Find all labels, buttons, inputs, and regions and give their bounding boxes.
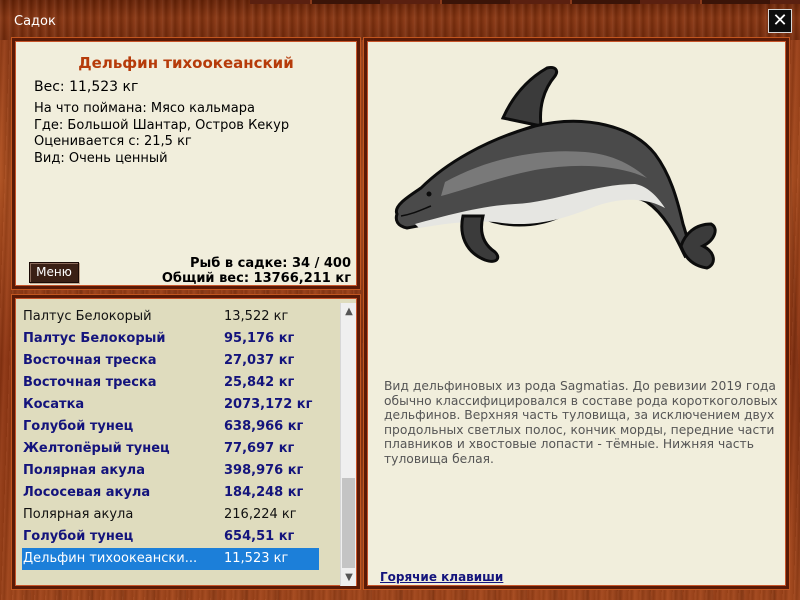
list-item-name: Дельфин тихоокeански... — [23, 551, 198, 566]
list-item-weight: 654,51 кг — [224, 529, 295, 544]
list-item[interactable]: Косатка 2073,172 кг — [22, 394, 319, 416]
list-item[interactable]: Восточная треска 27,037 кг — [22, 350, 319, 372]
list-item-name: Голубой тунец — [23, 419, 134, 434]
list-item-weight: 95,176 кг — [224, 331, 295, 346]
window-title: Садок — [14, 14, 56, 29]
scroll-up-button[interactable]: ▲ — [341, 303, 357, 320]
list-item-selected[interactable]: Дельфин тихоокeански... 11,523 кг — [22, 548, 319, 570]
list-item-weight: 25,842 кг — [224, 375, 295, 390]
list-item-weight: 398,976 кг — [224, 463, 304, 478]
list-item-name: Восточная треска — [23, 375, 157, 390]
list-item-name: Полярная акула — [23, 507, 134, 522]
list-item-name: Палтус Белокорый — [23, 331, 166, 346]
background-strip — [250, 0, 800, 4]
chevron-up-icon: ▲ — [345, 306, 353, 317]
list-item[interactable]: Палтус Белокорый 13,522 кг — [22, 306, 319, 328]
list-item-name: Голубой тунец — [23, 529, 134, 544]
catch-list: Палтус Белокорый 13,522 кг Палтус Белокоры… — [22, 306, 319, 570]
fish-details: На что поймана: Мясо кальмара Где: Больш… — [34, 101, 289, 167]
list-item[interactable]: Полярная акула 398,976 кг — [22, 460, 319, 482]
fish-value-threshold: Оценивается с: 21,5 кг — [34, 134, 192, 149]
list-item[interactable]: Восточная треска 25,842 кг — [22, 372, 319, 394]
fish-bait: На что поймана: Мясо кальмара — [34, 101, 255, 116]
fish-detail-panel: Вид дельфиновых из рода Sagmatias. До ре… — [364, 38, 789, 589]
list-item-weight: 13,522 кг — [224, 309, 289, 324]
fish-kind: Вид: Очень ценный — [34, 150, 168, 166]
menu-button[interactable]: Меню — [29, 262, 79, 283]
list-item-weight: 2073,172 кг — [224, 397, 313, 412]
keepnet-stats: Рыб в садке: 34 / 400 Общий вес: 13766,2… — [162, 256, 351, 286]
catch-list-panel: Палтус Белокорый 13,522 кг Палтус Белокоры… — [12, 295, 360, 589]
list-item-weight: 27,037 кг — [224, 353, 295, 368]
scroll-down-button[interactable]: ▼ — [341, 569, 357, 586]
fish-location: Где: Большой Шантар, Остров Кекур — [34, 117, 290, 133]
scrollbar-thumb[interactable] — [342, 478, 355, 568]
dolphin-image — [394, 66, 717, 270]
list-item-name: Косатка — [23, 397, 85, 412]
list-item[interactable]: Палтус Белокорый 95,176 кг — [22, 328, 319, 350]
fish-count: Рыб в садке: 34 / 400 — [189, 256, 351, 271]
chevron-down-icon: ▼ — [345, 572, 353, 583]
list-item-weight: 77,697 кг — [224, 441, 295, 456]
close-icon: ✕ — [772, 10, 788, 31]
list-item-name: Восточная треска — [23, 353, 157, 368]
fish-info-panel: Дельфин тихоокеанский Вес: 11,523 кг На … — [12, 38, 360, 289]
list-item[interactable]: Голубой тунец 654,51 кг — [22, 526, 319, 548]
fish-description: Вид дельфиновых из рода Sagmatias. До ре… — [384, 379, 778, 466]
list-item-weight: 638,966 кг — [224, 419, 304, 434]
window-title-bar: Садок ✕ — [0, 0, 800, 40]
list-item-name: Лососевая акула — [23, 485, 151, 500]
list-item-name: Полярная акула — [23, 463, 145, 478]
list-item[interactable]: Полярная акула 216,224 кг — [22, 504, 319, 526]
fish-weight: Вес: 11,523 кг — [34, 79, 139, 95]
list-item-weight: 216,224 кг — [224, 507, 297, 522]
list-item-name: Желтопёрый тунец — [23, 441, 170, 456]
list-item-weight: 184,248 кг — [224, 485, 304, 500]
list-item-name: Палтус Белокорый — [23, 309, 152, 324]
hotkeys-link[interactable]: Горячие клавиши — [380, 570, 503, 584]
close-button[interactable]: ✕ — [768, 9, 792, 33]
fish-name: Дельфин тихоокеанский — [78, 54, 294, 72]
list-item[interactable]: Лососевая акула 184,248 кг — [22, 482, 319, 504]
list-scrollbar[interactable]: ▲ ▼ — [340, 303, 356, 586]
list-item[interactable]: Голубой тунец 638,966 кг — [22, 416, 319, 438]
total-weight: Общий вес: 13766,211 кг — [161, 271, 351, 286]
list-item-weight: 11,523 кг — [224, 551, 289, 566]
list-item[interactable]: Желтопёрый тунец 77,697 кг — [22, 438, 319, 460]
